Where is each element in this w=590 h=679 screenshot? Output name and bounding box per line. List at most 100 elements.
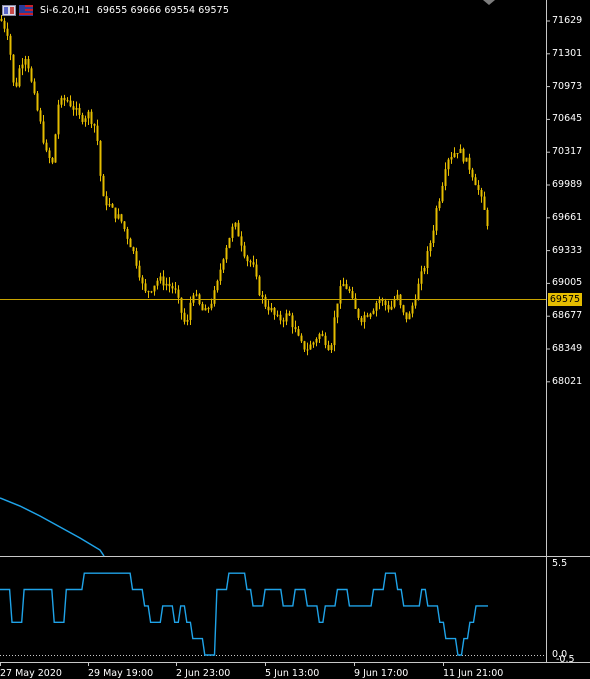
candle-body xyxy=(228,237,231,248)
candle-body xyxy=(135,251,138,266)
candle-body xyxy=(240,236,243,246)
candle-body xyxy=(189,302,192,320)
candle-body xyxy=(264,296,267,307)
chart-scroll-triangle-icon[interactable] xyxy=(483,0,495,5)
candle-body xyxy=(147,291,150,293)
ohlc-values: 69655 69666 69554 69575 xyxy=(96,4,229,16)
time-axis-label: 29 May 19:00 xyxy=(88,668,154,679)
price-axis-label: 68021 xyxy=(552,375,583,387)
candle-body xyxy=(318,334,321,339)
candle-body xyxy=(234,222,237,227)
flag-icon[interactable] xyxy=(19,4,33,16)
candle-body xyxy=(294,327,297,330)
candle-body xyxy=(306,349,309,351)
candle-body xyxy=(33,81,36,94)
candle-body xyxy=(426,251,429,269)
candle-body xyxy=(177,289,180,298)
candle-body xyxy=(222,259,225,270)
candle-body xyxy=(204,308,207,311)
candle-body xyxy=(351,291,354,299)
candle-body xyxy=(447,159,450,170)
candle-body xyxy=(423,268,426,272)
candle-body xyxy=(477,185,480,190)
candle-body xyxy=(153,285,156,292)
candle-body xyxy=(330,345,333,351)
candle-body xyxy=(396,294,399,299)
window-icon[interactable] xyxy=(2,4,16,16)
candle-body xyxy=(486,209,489,226)
candle-body xyxy=(345,284,348,289)
candle-body xyxy=(165,283,168,286)
candle-body xyxy=(201,303,204,311)
candle-body xyxy=(261,295,264,297)
candle-body xyxy=(342,284,345,287)
candle-body xyxy=(450,157,453,160)
candle-body xyxy=(99,140,102,176)
candle-body xyxy=(333,317,336,346)
candle-body xyxy=(276,314,279,316)
time-axis-label: 11 Jun 21:00 xyxy=(443,668,504,679)
time-axis-label: 27 May 2020 xyxy=(0,668,62,679)
candle-body xyxy=(309,344,312,350)
candle-body xyxy=(210,303,213,309)
candle-body xyxy=(366,315,369,317)
candle-body xyxy=(144,283,147,292)
candle-body xyxy=(132,247,135,252)
candle-body xyxy=(102,175,105,197)
price-axis-label: 68349 xyxy=(552,343,583,354)
price-axis-label: 69333 xyxy=(552,244,583,256)
time-axis-label: 9 Jun 17:00 xyxy=(354,668,409,679)
candle-body xyxy=(303,341,306,350)
candle-body xyxy=(270,307,273,311)
candle-body xyxy=(444,169,447,186)
candle-body xyxy=(267,306,270,311)
candle-body xyxy=(459,148,462,154)
candle-body xyxy=(195,294,198,296)
candle-body xyxy=(36,93,39,111)
candle-body xyxy=(465,157,468,162)
candle-body xyxy=(288,313,291,316)
candle-body xyxy=(384,300,387,306)
candle-body xyxy=(171,286,174,289)
candle-body xyxy=(315,338,318,343)
candle-body xyxy=(66,100,69,102)
candle-body xyxy=(225,247,228,260)
candle-body xyxy=(42,121,45,143)
candle-body xyxy=(285,313,288,322)
candle-body xyxy=(87,111,90,119)
candle-body xyxy=(117,214,120,219)
candles-layer xyxy=(0,14,489,356)
candle-body xyxy=(273,307,276,315)
candle-body xyxy=(129,238,132,248)
candle-body xyxy=(108,204,111,206)
candle-body xyxy=(3,20,6,29)
time-axis-label: 2 Jun 23:00 xyxy=(176,668,231,679)
price-axis-label: 70645 xyxy=(552,113,583,125)
candle-body xyxy=(381,300,384,302)
candle-body xyxy=(30,68,33,82)
candle-body xyxy=(75,108,78,110)
candle-body xyxy=(18,68,21,87)
chart-window[interactable]: Si-6.20,H1 69655 69666 69554 69575 71629… xyxy=(0,0,590,679)
candle-body xyxy=(336,303,339,318)
candle-body xyxy=(57,104,60,135)
candle-body xyxy=(417,283,420,300)
candle-body xyxy=(180,297,183,313)
candle-body xyxy=(243,245,246,257)
candle-body xyxy=(435,208,438,231)
chart-canvas[interactable] xyxy=(0,0,590,679)
candle-body xyxy=(231,226,234,238)
candle-body xyxy=(159,276,162,281)
candle-body xyxy=(372,310,375,314)
candle-body xyxy=(162,276,165,286)
candle-body xyxy=(120,214,123,222)
candle-body xyxy=(45,142,48,151)
candle-body xyxy=(6,28,9,36)
candle-body xyxy=(387,305,390,310)
candle-body xyxy=(429,243,432,252)
candle-body xyxy=(72,106,75,110)
candle-body xyxy=(48,150,51,158)
candle-body xyxy=(141,277,144,284)
candle-body xyxy=(390,306,393,310)
candle-body xyxy=(258,276,261,296)
